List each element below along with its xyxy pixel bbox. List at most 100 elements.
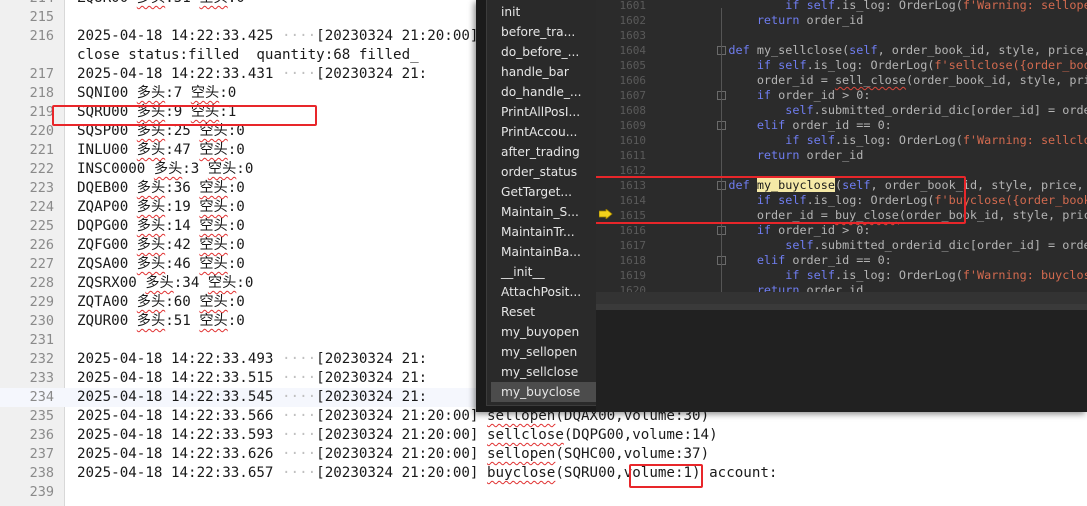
line-number: 214 (0, 0, 54, 8)
code-text: if order_id > 0: (756, 223, 871, 237)
line-number: 238 (29, 465, 54, 481)
line-number: 231 (29, 332, 54, 348)
code-line-number: 1616 (619, 224, 647, 237)
code-text: if order_id > 0: (756, 88, 871, 102)
log-text: 2025-04-18 14:22:33.431 ····[20230324 21… (77, 66, 428, 82)
code-line-number: 1608 (619, 104, 647, 117)
code-line: 1609 elif order_id == 0: (596, 118, 1087, 133)
log-line: 238 2025-04-18 14:22:33.657 ····[20230324… (0, 464, 1087, 483)
code-text: return order_id (756, 283, 864, 292)
code-line: 1607 if order_id > 0: (596, 88, 1087, 103)
code-line-number: 1618 (619, 254, 647, 267)
code-line: 1616 if order_id > 0: (596, 223, 1087, 238)
log-text: 2025-04-18 14:22:33.626 ····[20230324 21… (77, 446, 710, 462)
code-line-number: 1606 (619, 74, 647, 87)
log-text: ZQAP00 多头:19 空头:0 (77, 199, 245, 215)
execution-arrow-icon (599, 209, 613, 219)
code-text: if self.is_log: OrderLog(f'Warning: buyc… (785, 268, 1087, 282)
code-line: 1605 if self.is_log: OrderLog(f'sellclos… (596, 58, 1087, 73)
line-number: 218 (29, 85, 54, 101)
line-number: 221 (29, 142, 54, 158)
code-text: self.submitted_orderid_dic[order_id] = o… (785, 103, 1087, 117)
line-number: 239 (29, 484, 54, 500)
line-number: 237 (29, 446, 54, 462)
code-line-number: 1620 (619, 284, 647, 292)
code-text: self.submitted_orderid_dic[order_id] = o… (785, 238, 1087, 252)
log-text: INLU00 多头:47 空头:0 (77, 142, 245, 158)
code-line: 1602 return order_id (596, 13, 1087, 28)
highlight-box-my-buyclose (596, 176, 966, 224)
code-line-number: 1610 (619, 134, 647, 147)
line-number: 236 (29, 427, 54, 443)
code-text: if self.is_log: OrderLog(f'sellclose({or… (756, 58, 1087, 72)
line-number: 234 (29, 389, 54, 405)
log-text: ZQUR00 多头:51 空头:0 (77, 0, 245, 8)
line-number: 227 (29, 256, 54, 272)
log-text: close status:filled quantity:68 filled_ (77, 47, 419, 63)
log-text: 2025-04-18 14:22:33.425 ····[20230324 21… (77, 28, 479, 44)
line-number: 223 (29, 180, 54, 196)
line-number: 222 (29, 161, 54, 177)
log-text: INSC0000 多头:3 空头:0 (77, 161, 254, 177)
log-line: 236 2025-04-18 14:22:33.593 ····[20230324… (0, 426, 1087, 445)
code-line-number: 1605 (619, 59, 647, 72)
code-line: 1610 if self.is_log: OrderLog(f'Warning:… (596, 133, 1087, 148)
code-line-number: 1617 (619, 239, 647, 252)
code-text: elif order_id == 0: (756, 253, 892, 267)
code-text: return order_id (756, 13, 864, 27)
line-number: 224 (29, 199, 54, 215)
log-text: SQNI00 多头:7 空头:0 (77, 85, 237, 101)
code-line-number: 1601 (619, 0, 647, 12)
log-text: ZQTA00 多头:60 空头:0 (77, 294, 245, 310)
code-line-number: 1619 (619, 269, 647, 282)
code-text: elif order_id == 0: (756, 118, 892, 132)
highlight-box-sqru00-order (629, 464, 703, 488)
output-pane[interactable] (596, 304, 1087, 412)
line-number: 229 (29, 294, 54, 310)
code-line: 1608 self.submitted_orderid_dic[order_id… (596, 103, 1087, 118)
log-text: 2025-04-18 14:22:33.515 ····[20230324 21… (77, 370, 428, 386)
code-line: 1603 (596, 28, 1087, 43)
code-text: order_id = sell_close(order_book_id, sty… (700, 73, 1087, 87)
code-text: if self.is_log: OrderLog(f'Warning: sell… (785, 0, 1087, 12)
log-line: 239 (0, 483, 1087, 502)
log-text: 2025-04-18 14:22:33.545 ····[20230324 21… (77, 389, 428, 405)
code-line-number: 1604 (619, 44, 647, 57)
code-line-number: 1607 (619, 89, 647, 102)
line-number: 228 (29, 275, 54, 291)
log-text: 2025-04-18 14:22:33.493 ····[20230324 21… (77, 351, 428, 367)
log-text: ZQSRX00 多头:34 空头:0 (77, 275, 254, 291)
code-horizontal-scrollbar[interactable] (596, 292, 1087, 304)
line-number: 217 (29, 66, 54, 82)
code-line: 1611 return order_id (596, 148, 1087, 163)
line-number: 216 (29, 28, 54, 44)
log-text: DQEB00 多头:36 空头:0 (77, 180, 245, 196)
code-text: return order_id (756, 148, 864, 162)
code-line: 1620 return order_id (596, 283, 1087, 292)
log-text: DQPG00 多头:14 空头:0 (77, 218, 245, 234)
line-number: 233 (29, 370, 54, 386)
code-text: def my_sellclose(self, order_book_id, st… (728, 43, 1087, 57)
code-line-number: 1611 (619, 149, 647, 162)
log-text: ZQSA00 多头:46 空头:0 (77, 256, 245, 272)
line-number: 232 (29, 351, 54, 367)
code-line: 1617 self.submitted_orderid_dic[order_id… (596, 238, 1087, 253)
log-text: ZQUR00 多头:51 空头:0 (77, 313, 245, 329)
code-text: if self.is_log: OrderLog(f'Warning: sell… (785, 133, 1087, 147)
line-number: 215 (29, 9, 54, 25)
code-line-number: 1602 (619, 14, 647, 27)
code-line: 1604 def my_sellclose(self, order_book_i… (596, 43, 1087, 58)
code-line-number: 1609 (619, 119, 647, 132)
code-line: 1601 if self.is_log: OrderLog(f'Warning:… (596, 0, 1087, 13)
highlight-box-sqru00-position (52, 105, 317, 126)
code-line-number: 1603 (619, 29, 647, 42)
code-line: 1618 elif order_id == 0: (596, 253, 1087, 268)
log-text: 2025-04-18 14:22:33.593 ····[20230324 21… (77, 427, 718, 443)
code-line: 1606 order_id = sell_close(order_book_id… (596, 73, 1087, 88)
code-view[interactable]: 1601 if self.is_log: OrderLog(f'Warning:… (596, 0, 1087, 292)
log-text: ZQFG00 多头:42 空头:0 (77, 237, 245, 253)
log-line: 237 2025-04-18 14:22:33.626 ····[20230324… (0, 445, 1087, 464)
code-line: 1619 if self.is_log: OrderLog(f'Warning:… (596, 268, 1087, 283)
line-number: 225 (29, 218, 54, 234)
line-number: 226 (29, 237, 54, 253)
